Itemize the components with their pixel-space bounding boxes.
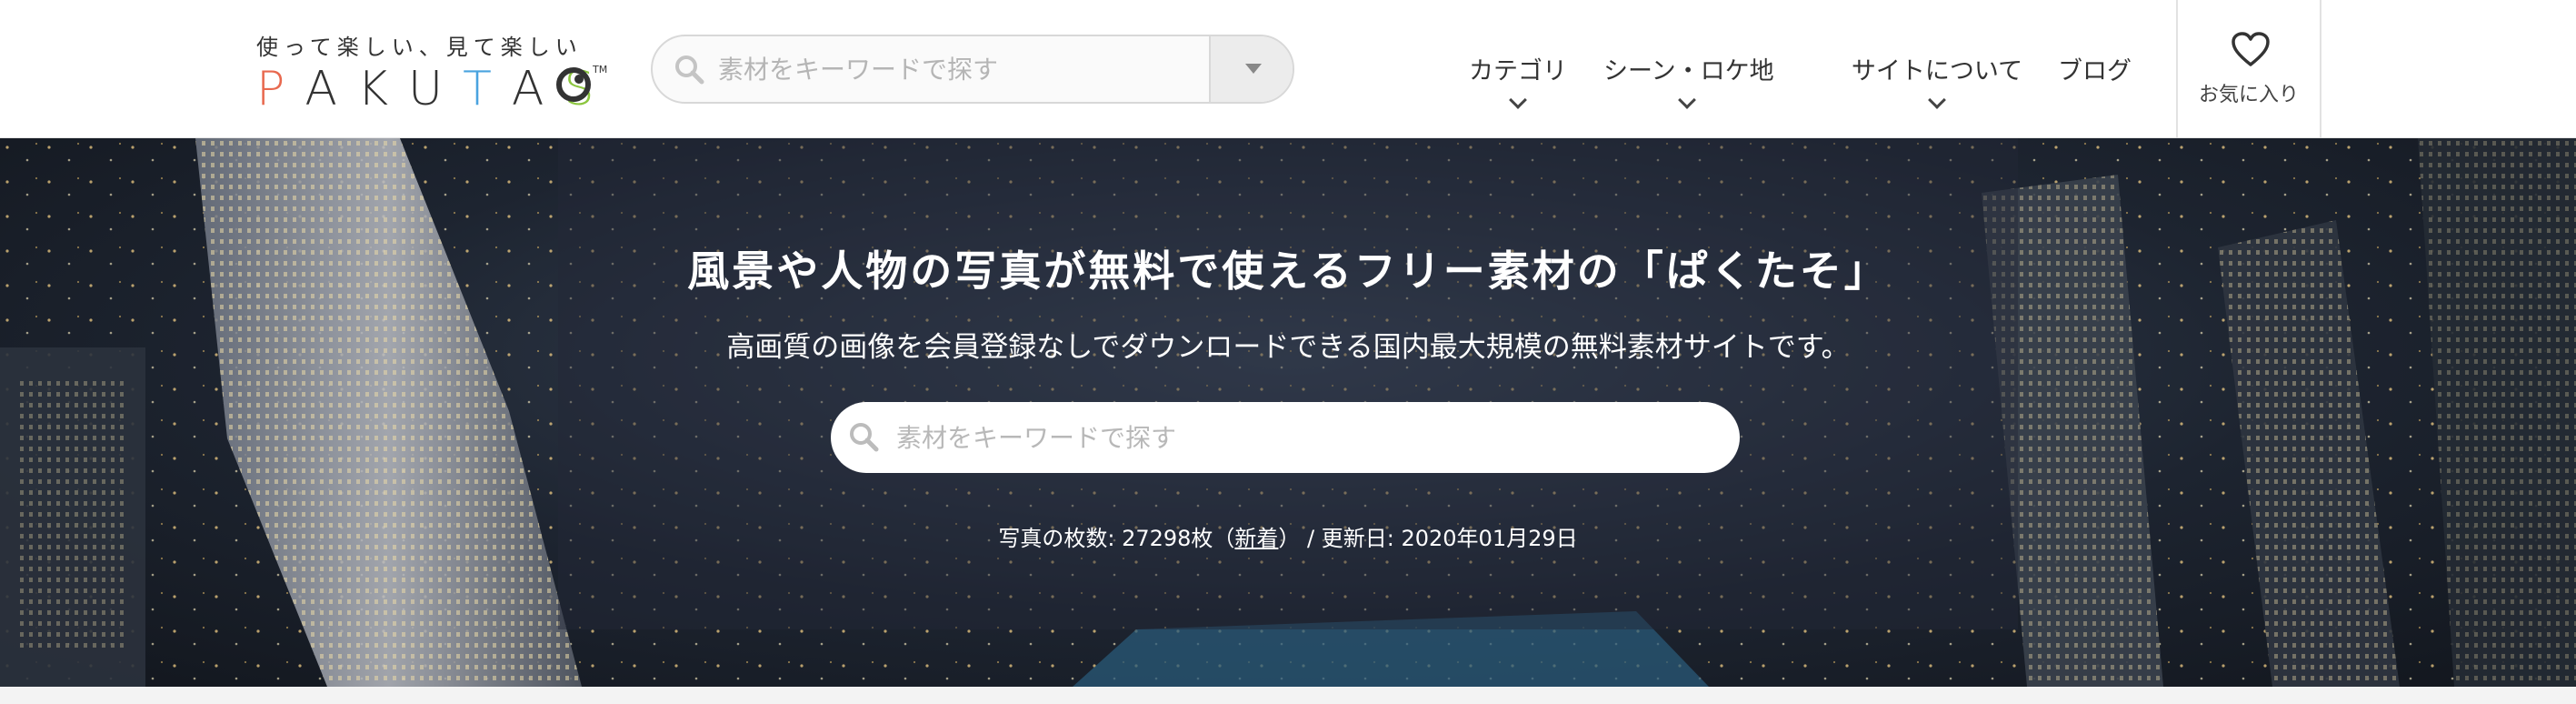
photo-count-text: 写真の枚数: 27298枚（ [998,526,1235,551]
chevron-down-icon [1678,91,1696,109]
photo-stats: 写真の枚数: 27298枚（新着） / 更新日: 2020年01月29日 [0,520,2576,552]
logo-trademark: TM [593,64,608,75]
search-icon [850,423,879,452]
page-content-start [0,687,2576,704]
updated-date-text: / 更新日: 2020年01月29日 [1300,526,1578,551]
heart-icon [2232,32,2270,66]
favorites-label: お気に入り [2198,84,2299,106]
new-photos-link[interactable]: 新着 [1234,526,1278,551]
search-icon [675,55,704,85]
nav-item-label: シーン・ロケ地 [1603,57,1774,85]
chevron-down-icon [1509,91,1527,109]
logo-letter: U [408,62,464,116]
nav-item-scene-location[interactable]: シーン・ロケ地 [1603,51,1774,115]
logo-letter: P [256,62,305,116]
hero-section: 風景や人物の写真が無料で使えるフリー素材の「ぱくたそ」 高画質の画像を会員登録な… [0,138,2576,687]
site-logo[interactable]: 使って楽しい、見て楽しい PAKUTAS TM [256,29,611,116]
logo-eye-icon [556,67,591,102]
hero-search-input[interactable] [896,402,1714,473]
site-header: 使って楽しい、見て楽しい PAKUTAS TM カテゴリ シーン・ロケ地 サイト… [0,0,2576,138]
chevron-down-icon [1928,91,1946,109]
nav-item-category[interactable]: カテゴリ [1445,51,1591,115]
hero-search-bar [831,402,1740,473]
nav-item-blog[interactable]: ブログ [2058,51,2132,115]
nav-item-label: カテゴリ [1469,57,1567,85]
hero-overlay [558,138,2018,629]
logo-letter: T [463,62,512,116]
nav-item-label: サイトについて [1851,57,2023,85]
photo-count-suffix: ） [1278,526,1301,551]
header-search-input[interactable] [718,36,1209,102]
logo-tagline: 使って楽しい、見て楽しい [256,35,583,60]
hero-title: 風景や人物の写真が無料で使えるフリー素材の「ぱくたそ」 [687,246,1889,296]
nav-item-label: ブログ [2058,57,2132,85]
search-category-dropdown[interactable] [1209,36,1293,102]
favorites-button[interactable]: お気に入り [2176,0,2321,138]
hero-subtitle: 高画質の画像を会員登録なしでダウンロードできる国内最大規模の無料素材サイトです。 [726,331,1850,364]
header-search-bar [651,35,1294,104]
logo-letter: A [305,62,357,116]
logo-letter: K [356,62,409,116]
nav-item-about[interactable]: サイトについて [1831,51,2043,115]
